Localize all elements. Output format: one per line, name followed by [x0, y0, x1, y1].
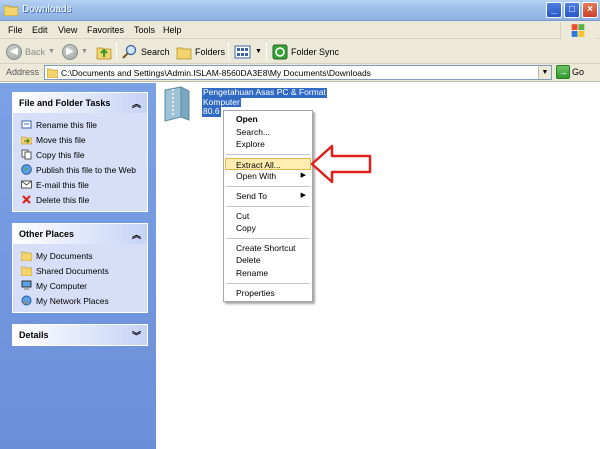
- forward-button[interactable]: ▶ ▼: [62, 42, 88, 61]
- menu-tools[interactable]: Tools: [134, 25, 155, 35]
- close-button[interactable]: ×: [582, 2, 598, 18]
- search-icon: [122, 44, 137, 59]
- toolbar: ◀ Back ▼ ▶ ▼ Search Folders ▼ Folder Syn…: [0, 39, 600, 64]
- address-input[interactable]: C:\Documents and Settings\Admin.ISLAM-85…: [44, 65, 552, 80]
- menu-item-rename[interactable]: Rename: [224, 267, 312, 280]
- minimize-button[interactable]: _: [546, 2, 562, 18]
- menu-item-extract-all[interactable]: Extract All...: [225, 157, 311, 171]
- folder-icon: [21, 266, 32, 276]
- folders-icon: [176, 47, 192, 59]
- my-computer-link[interactable]: My Computer: [21, 278, 141, 293]
- collapse-icon: ︽: [131, 98, 141, 109]
- zip-folder-icon[interactable]: [161, 86, 193, 122]
- menu-item-copy[interactable]: Copy: [224, 222, 312, 235]
- menu-help[interactable]: Help: [163, 25, 182, 35]
- menu-bar: File Edit View Favorites Tools Help: [0, 21, 600, 39]
- context-menu: Open Search... Explore Extract All... Op…: [223, 110, 313, 302]
- publish-file-link[interactable]: Publish this file to the Web: [21, 162, 141, 177]
- collapse-icon: ︽: [131, 229, 141, 240]
- red-arrow-icon: [310, 144, 372, 184]
- menu-file[interactable]: File: [8, 25, 23, 35]
- menu-item-open-with[interactable]: Open With ▶: [224, 170, 312, 183]
- address-path: C:\Documents and Settings\Admin.ISLAM-85…: [61, 68, 371, 78]
- address-label: Address: [6, 67, 40, 77]
- menu-item-open[interactable]: Open: [224, 113, 312, 126]
- rename-icon: [21, 120, 32, 129]
- file-folder-tasks-panel: File and Folder Tasks ︽ Rename this file…: [12, 92, 148, 212]
- delete-file-link[interactable]: Delete this file: [21, 192, 141, 207]
- my-documents-link[interactable]: My Documents: [21, 248, 141, 263]
- folder-sync-button[interactable]: Folder Sync: [272, 42, 339, 61]
- delete-icon: [22, 195, 31, 204]
- back-button[interactable]: ◀ Back ▼: [6, 42, 55, 61]
- rename-file-link[interactable]: Rename this file: [21, 117, 141, 132]
- folder-icon: [4, 5, 18, 16]
- move-icon: [21, 136, 32, 145]
- details-panel: Details ︾: [12, 324, 148, 346]
- menu-item-search[interactable]: Search...: [224, 126, 312, 139]
- views-icon: [234, 45, 251, 58]
- menu-item-create-shortcut[interactable]: Create Shortcut: [224, 242, 312, 255]
- computer-icon: [21, 280, 32, 290]
- email-icon: [21, 180, 32, 189]
- menu-divider: [226, 205, 310, 207]
- chevron-down-icon: ▼: [255, 48, 262, 55]
- menu-item-properties[interactable]: Properties: [224, 287, 312, 300]
- forward-arrow-icon: ▶: [62, 43, 78, 60]
- folders-button[interactable]: Folders: [176, 42, 225, 61]
- globe-icon: [21, 164, 32, 175]
- menu-view[interactable]: View: [58, 25, 77, 35]
- submenu-arrow-icon: ▶: [300, 191, 306, 199]
- copy-file-link[interactable]: Copy this file: [21, 147, 141, 162]
- other-places-header[interactable]: Other Places ︽: [13, 224, 147, 244]
- chevron-down-icon: ▼: [81, 48, 88, 55]
- address-bar: Address C:\Documents and Settings\Admin.…: [0, 64, 600, 82]
- up-folder-button[interactable]: [96, 42, 112, 61]
- back-arrow-icon: ◀: [6, 43, 22, 60]
- address-dropdown-button[interactable]: ▼: [538, 66, 551, 79]
- shared-documents-link[interactable]: Shared Documents: [21, 263, 141, 278]
- menu-divider: [226, 185, 310, 187]
- windows-logo-icon: [560, 22, 596, 39]
- my-network-places-link[interactable]: My Network Places: [21, 293, 141, 308]
- menu-divider: [226, 282, 310, 284]
- network-icon: [21, 295, 32, 306]
- details-header[interactable]: Details ︾: [13, 325, 147, 345]
- expand-icon: ︾: [131, 330, 141, 341]
- title-bar: Downloads _ □ ×: [0, 0, 600, 21]
- submenu-arrow-icon: ▶: [300, 172, 306, 180]
- file-folder-tasks-header[interactable]: File and Folder Tasks ︽: [13, 93, 147, 113]
- menu-item-cut[interactable]: Cut: [224, 210, 312, 223]
- folder-icon: [21, 251, 32, 261]
- maximize-button[interactable]: □: [564, 2, 580, 18]
- menu-edit[interactable]: Edit: [32, 25, 48, 35]
- search-button[interactable]: Search: [122, 42, 170, 61]
- menu-divider: [226, 237, 310, 239]
- chevron-down-icon: ▼: [48, 48, 55, 55]
- up-folder-icon: [96, 47, 112, 59]
- menu-divider: [226, 153, 310, 155]
- menu-favorites[interactable]: Favorites: [87, 25, 124, 35]
- folder-icon: [47, 68, 58, 78]
- go-arrow-icon: →: [556, 65, 570, 79]
- sync-icon: [272, 44, 288, 59]
- other-places-panel: Other Places ︽ My Documents Shared Docum…: [12, 223, 148, 313]
- window-title: Downloads: [22, 4, 72, 15]
- menu-item-explore[interactable]: Explore: [224, 138, 312, 151]
- menu-item-delete[interactable]: Delete: [224, 254, 312, 267]
- menu-item-send-to[interactable]: Send To ▶: [224, 190, 312, 203]
- email-file-link[interactable]: E-mail this file: [21, 177, 141, 192]
- views-button[interactable]: ▼: [234, 42, 262, 61]
- copy-icon: [21, 149, 32, 160]
- move-file-link[interactable]: Move this file: [21, 132, 141, 147]
- file-size: 80.6: [202, 106, 221, 117]
- go-button[interactable]: → Go: [556, 65, 584, 79]
- task-pane: File and Folder Tasks ︽ Rename this file…: [0, 83, 156, 449]
